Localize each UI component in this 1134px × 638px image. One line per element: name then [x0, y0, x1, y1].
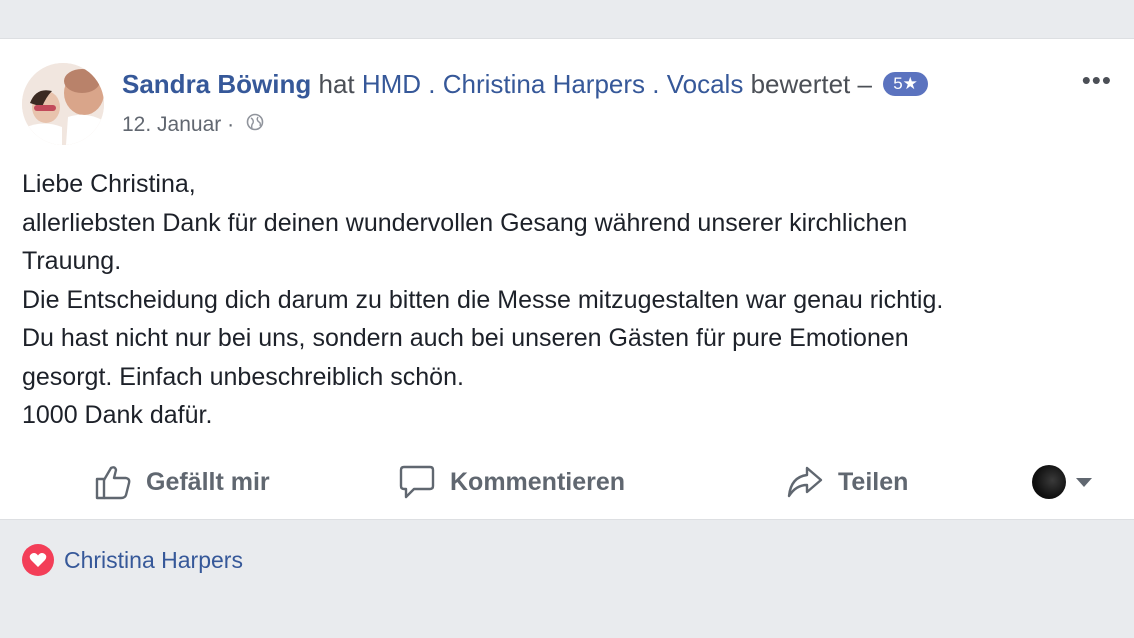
post-meta: 12. Januar ·	[122, 111, 264, 139]
globe-icon	[246, 111, 264, 139]
rating-badge: 5★	[883, 72, 928, 97]
share-arrow-icon	[787, 466, 823, 498]
post-text-line: 1000 Dank dafür.	[22, 401, 213, 429]
reaction-names-link[interactable]: Christina Harpers	[64, 547, 243, 574]
post-body: Liebe Christina, allerliebsten Dank für …	[22, 165, 1114, 435]
post-text-line: gesorgt. Einfach unbeschreiblich schön.	[22, 362, 464, 391]
post-date-link[interactable]: 12. Januar	[122, 113, 221, 136]
post-text-line: allerliebsten Dank für deinen wundervoll…	[22, 208, 908, 237]
page-name-link[interactable]: HMD . Christina Harpers . Vocals	[362, 69, 743, 99]
like-label: Gefällt mir	[146, 467, 270, 496]
review-verb-suffix: bewertet –	[750, 69, 872, 99]
thumbs-up-icon	[95, 466, 131, 500]
audience-selector[interactable]	[1032, 457, 1092, 507]
review-post-card: Sandra Böwing hat HMD . Christina Harper…	[0, 38, 1134, 520]
post-header: Sandra Böwing hat HMD . Christina Harper…	[122, 67, 928, 101]
heart-icon	[22, 544, 54, 576]
like-button[interactable]: Gefällt mir	[94, 457, 270, 507]
post-action-bar: Gefällt mir Kommentieren Teilen	[0, 457, 1134, 507]
comment-button[interactable]: Kommentieren	[398, 457, 625, 507]
comment-icon	[399, 465, 435, 499]
review-verb-text: hat	[318, 69, 355, 99]
post-text-line: Liebe Christina,	[22, 170, 196, 198]
post-text-line: Du hast nicht nur bei uns, sondern auch …	[22, 324, 909, 352]
author-avatar[interactable]	[22, 63, 104, 145]
comment-label: Kommentieren	[450, 467, 626, 496]
share-button[interactable]: Teilen	[786, 457, 908, 507]
post-text-line: Trauung.	[22, 247, 122, 275]
caret-down-icon	[1076, 477, 1092, 487]
share-label: Teilen	[838, 467, 909, 496]
post-text-line: Die Entscheidung dich darum zu bitten di…	[22, 285, 944, 314]
author-name-link[interactable]: Sandra Böwing	[122, 69, 311, 99]
date-separator: ·	[227, 113, 235, 136]
more-options-icon[interactable]: •••	[1082, 67, 1112, 93]
reactions-summary[interactable]: Christina Harpers	[22, 544, 243, 576]
page-avatar	[1032, 465, 1066, 499]
